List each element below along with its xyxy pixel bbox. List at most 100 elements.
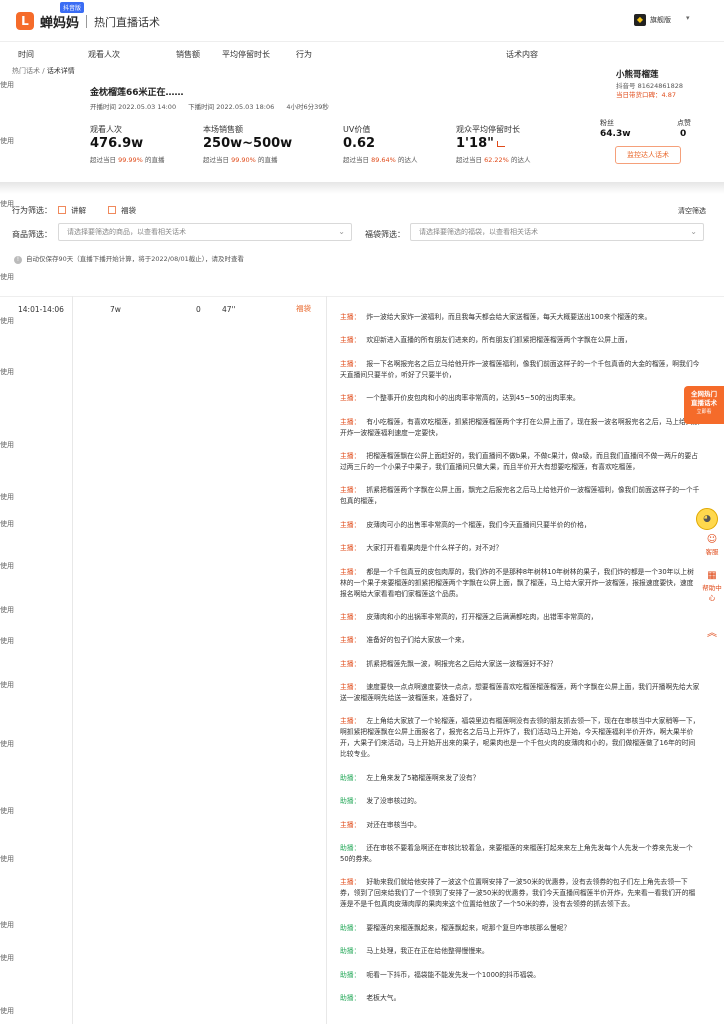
bag-select[interactable]: 请选择要筛选的福袋，以查看相关话术 ⌄ — [410, 223, 704, 241]
left-label: 使用 — [0, 681, 14, 689]
stat-title: 观看人次 — [90, 125, 122, 134]
monitor-button[interactable]: 监控达人话术 — [615, 146, 681, 164]
stat-value: 476.9w — [90, 136, 144, 151]
list-item: 主播： 炸一波给大家炸一波福利，而且我每天都会给大家送榴莲，每天大概要送出100来… — [340, 313, 652, 321]
list-item: 助播： 呃看一下抖币，福袋能不能发先发一个1000的抖币福袋。 — [340, 970, 541, 979]
promo-float-card[interactable]: 全网热门 直播话术 立即看 — [684, 386, 724, 424]
bag-filter-label: 福袋筛选： — [365, 230, 405, 239]
notice-text: 自动仅保存90天（直播下播开始计算，将于2022/08/01截止），请及时查看 — [26, 255, 244, 263]
left-label: 使用 — [0, 855, 14, 863]
goods-select[interactable]: 请选择要筛选的商品，以查看相关话术 ⌄ — [58, 223, 352, 241]
stat-sub: 超过当日 62.22% 的达人 — [456, 156, 531, 164]
filter-bag-checkbox[interactable]: 福袋 — [108, 205, 136, 216]
table-column-line — [326, 296, 327, 1024]
left-label: 使用 — [0, 562, 14, 570]
anchor-name[interactable]: 小熊哥榴莲 — [616, 68, 659, 80]
back-to-top-button[interactable]: ︽ — [702, 628, 722, 640]
section-divider — [0, 182, 724, 194]
checkbox-icon[interactable] — [108, 206, 116, 214]
stat-value: 1'18" — [456, 136, 530, 151]
stat-uv-value: UV价值 0.62 超过当日 89.64% 的达人 — [343, 124, 417, 164]
left-label: 使用 — [0, 81, 14, 89]
checkbox-label: 福袋 — [121, 206, 136, 215]
list-item: 主播： 抓紧把榴莲两个字飘在公屏上面，飘完之后报完名之后马上给他开价一波榴莲福利，… — [340, 486, 700, 506]
trend-icon — [496, 141, 505, 147]
stat-value: 250w~500w — [203, 136, 293, 151]
list-item: 主播： 大家打开看看果肉是个什么样子的，对不对？ — [340, 544, 503, 553]
left-label: 使用 — [0, 493, 14, 501]
brand-logo-icon[interactable]: L — [16, 12, 34, 30]
vip-icon: ◆ — [634, 14, 646, 26]
mascot-icon[interactable]: ◕ — [696, 508, 718, 530]
stat-avg-stay: 观众平均停留时长 1'18" 超过当日 62.22% 的达人 — [456, 124, 530, 164]
column-header-views: 观看人次 — [88, 50, 120, 59]
breadcrumb-parent[interactable]: 热门话术 / — [12, 67, 47, 75]
list-item: 主播： 报一下名啊报完名之后立马给他开炸一波榴莲福利，像我们前面这样子的一个千包真… — [340, 359, 700, 379]
list-item: 主播： 一个整事开价皮包肉和小的出肉率非常高的，达到45~50的出肉率来。 — [340, 394, 580, 403]
row-views: 7w — [110, 305, 121, 314]
breadcrumb-current: 话术详情 — [46, 67, 75, 75]
help-center-button[interactable]: ▦ 帮助中心 — [702, 570, 722, 602]
left-label: 使用 — [0, 637, 14, 645]
checkbox-label: 讲解 — [71, 206, 86, 215]
list-item: 助播： 马上处理，我正在正在给他整得慢慢来。 — [340, 947, 489, 956]
stat-sub: 超过当日 99.99% 的直播 — [90, 156, 165, 164]
help-grid-icon: ▦ — [707, 570, 717, 581]
chevron-down-icon[interactable]: ▾ — [686, 14, 690, 22]
stat-views: 观看人次 476.9w 超过当日 99.99% 的直播 — [90, 124, 164, 164]
left-label: 使用 — [0, 807, 14, 815]
list-item: 主播： 把榴莲榴莲飘在公屏上面赶好的，我们直播间不做b果，不做c果汁，做a级，而且… — [340, 451, 699, 471]
filter-explain-checkbox[interactable]: 讲解 — [58, 205, 86, 216]
list-item: 助播： 要榴莲的来榴莲飘起来，榴莲飘起来，呢那个复旦咋审核那么慢呢？ — [340, 923, 571, 932]
left-label: 使用 — [0, 740, 14, 748]
promo-line: 直播话术 — [691, 399, 717, 407]
brand-badge: 抖音版 — [60, 2, 85, 13]
list-item: 助播： 左上角来发了5箱榴莲啊来发了没有？ — [340, 773, 480, 782]
left-label: 使用 — [0, 441, 14, 449]
chevron-down-icon[interactable]: ⌄ — [338, 224, 345, 240]
column-header-stay: 平均停留时长 — [222, 50, 270, 59]
fans-label: 粉丝 — [600, 119, 614, 127]
left-label: 使用 — [0, 921, 14, 929]
brand-name[interactable]: 蝉妈妈 — [40, 12, 79, 31]
user-plan-name[interactable]: 旗舰版 — [650, 15, 671, 25]
live-title: 金枕榴莲66米正在…… — [90, 88, 184, 98]
left-label: 使用 — [0, 606, 14, 614]
behavior-filter-label: 行为筛选： — [12, 206, 52, 215]
row-stay: 47'' — [222, 305, 236, 314]
customer-service-button[interactable]: ☺ 客服 — [702, 534, 722, 556]
stat-sub: 超过当日 99.90% 的直播 — [203, 156, 278, 164]
duration: 4小时6分39秒 — [286, 103, 329, 111]
stat-title: 观众平均停留时长 — [456, 125, 520, 134]
stat-title: UV价值 — [343, 125, 371, 134]
clear-filter-button[interactable]: 清空筛选 — [678, 206, 706, 216]
column-header-action: 行为 — [296, 50, 312, 59]
likes-value: 0 — [680, 129, 687, 139]
divider — [86, 15, 87, 28]
row-sales: 0 — [196, 305, 201, 314]
list-item: 主播： 准备好的包子们给大家放一个来， — [340, 636, 469, 645]
column-header-time: 时间 — [18, 50, 34, 59]
transcript-list: 主播： 炸一波给大家炸一波福利，而且我每天都会给大家送榴莲，每天大概要送出100来… — [340, 312, 700, 1016]
left-label: 使用 — [0, 1007, 14, 1015]
checkbox-icon[interactable] — [58, 206, 66, 214]
table-divider — [0, 296, 724, 297]
list-item: 主播： 抓紧把榴莲先飘一波，啊报完名之后给大家送一波榴莲好不好？ — [340, 659, 557, 668]
start-time: 开播时间 2022.05.03 14:00 — [90, 103, 177, 111]
list-item: 主播： 左上角给大家放了一个轮榴莲，福袋里边有榴莲啊没有去领的朋友抓去领一下，现在… — [340, 717, 700, 759]
list-item: 主播： 皮薄肉和小的出锅率非常高的，打开榴莲之后满满都吃肉，出错率非常高的， — [340, 612, 598, 621]
top-bar: L 蝉妈妈 抖音版 热门直播话术 ◆ 旗舰版 ▾ — [0, 0, 724, 42]
stat-sales: 本场销售额 250w~500w 超过当日 99.90% 的直播 — [203, 124, 292, 164]
anchor-rating: 当日带货口碑：4.87 — [616, 91, 676, 99]
fans-value: 64.3w — [600, 129, 631, 139]
stat-value: 0.62 — [343, 136, 376, 151]
headset-icon: ☺ — [706, 534, 718, 545]
retention-notice: ! 自动仅保存90天（直播下播开始计算，将于2022/08/01截止），请及时查看 — [14, 253, 244, 264]
chevron-down-icon[interactable]: ⌄ — [690, 224, 697, 240]
live-times: 开播时间 2022.05.03 14:00 下播时间 2022.05.03 18… — [90, 101, 339, 111]
side-tool-label: 客服 — [705, 548, 719, 556]
bag-select-placeholder: 请选择要筛选的福袋，以查看相关话术 — [419, 228, 538, 236]
row-action-link[interactable]: 福袋 — [296, 303, 311, 314]
list-item: 主播： 对还在审核当中。 — [340, 820, 421, 829]
left-label: 使用 — [0, 520, 14, 528]
